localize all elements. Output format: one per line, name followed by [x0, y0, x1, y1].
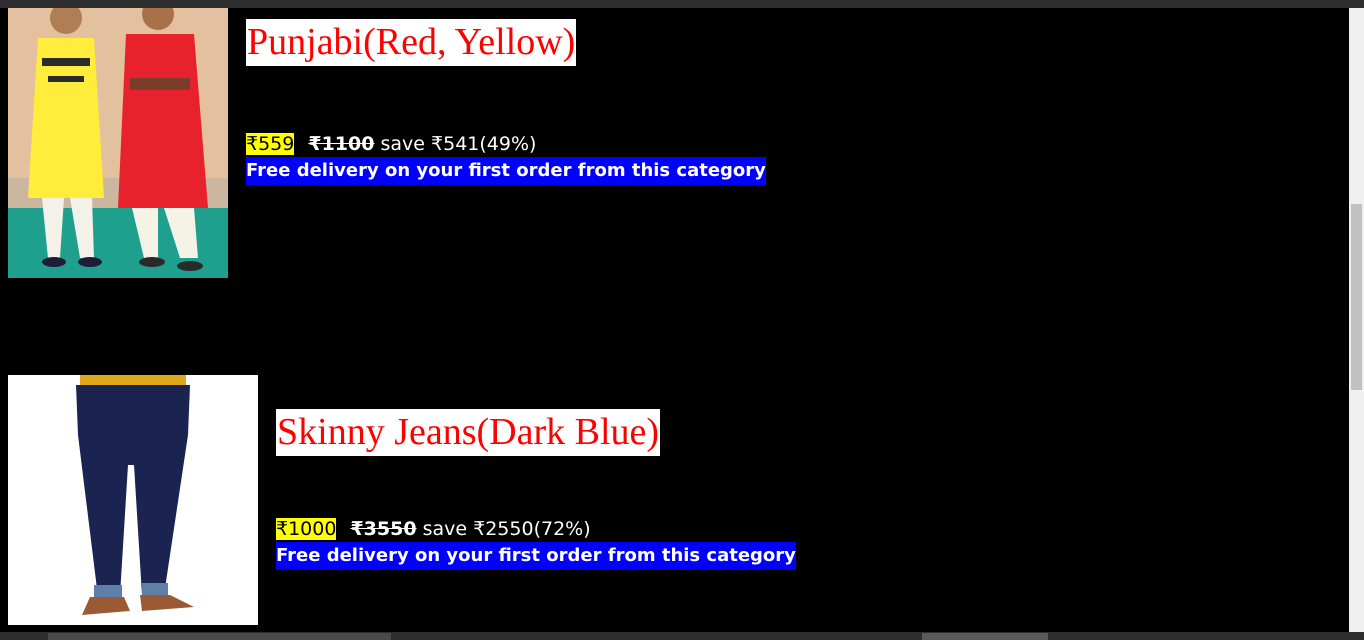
window-bottom-edge	[0, 632, 1364, 640]
price-line: ₹1000 ₹3550 save ₹2550(72%)	[276, 517, 591, 541]
product-image-jeans[interactable]	[8, 375, 258, 625]
current-price: ₹1000	[276, 518, 337, 540]
product-title[interactable]: Punjabi(Red, Yellow)	[246, 19, 577, 66]
free-delivery-banner: Free delivery on your first order from t…	[246, 157, 766, 185]
vertical-scrollbar[interactable]	[1349, 8, 1364, 632]
taskbar-segment	[48, 633, 391, 640]
window-top-edge	[0, 0, 1364, 8]
savings-text: save ₹2550(72%)	[422, 518, 591, 540]
product-title[interactable]: Skinny Jeans(Dark Blue)	[276, 409, 661, 456]
savings-text: save ₹541(49%)	[380, 133, 537, 155]
current-price: ₹559	[246, 133, 295, 155]
free-delivery-banner: Free delivery on your first order from t…	[276, 542, 796, 570]
original-price: ₹1100	[308, 133, 375, 155]
scrollbar-thumb[interactable]	[1351, 204, 1362, 390]
price-line: ₹559 ₹1100 save ₹541(49%)	[246, 132, 536, 156]
jeans-photo	[8, 375, 258, 625]
taskbar-segment	[922, 633, 1048, 640]
product-image-punjabi[interactable]	[8, 8, 228, 278]
original-price: ₹3550	[350, 518, 417, 540]
page-viewport: Punjabi(Red, Yellow) ₹559 ₹1100 save ₹541…	[0, 8, 1349, 632]
punjabi-photo	[8, 8, 228, 278]
